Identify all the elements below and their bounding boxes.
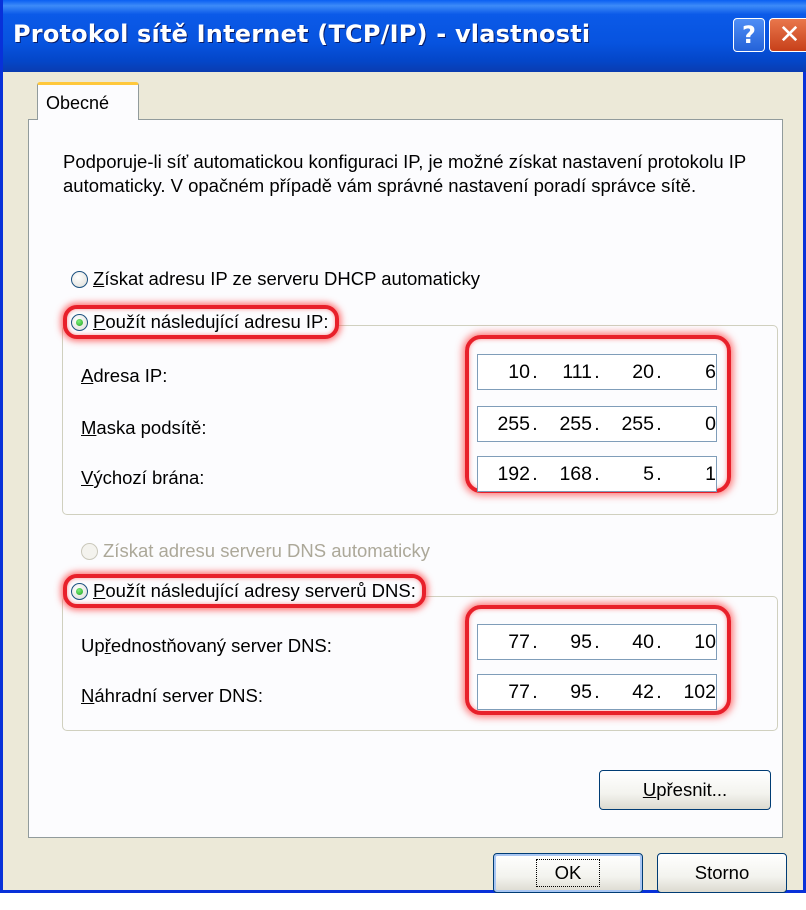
- radio-obtain-dns-auto-label: Získat adresu serveru DNS automaticky: [103, 540, 430, 561]
- preferred-dns-input[interactable]: 77. 95. 40. 10: [477, 624, 717, 660]
- alternate-dns-input[interactable]: 77. 95. 42. 102: [477, 674, 717, 710]
- radio-use-following-ip-label: Použít následující adresu IP:: [93, 311, 329, 332]
- ip-address-label: Adresa IP:: [81, 365, 168, 386]
- cancel-button-label: Storno: [694, 862, 750, 883]
- close-button[interactable]: ✕: [769, 18, 806, 52]
- help-button[interactable]: ?: [733, 18, 765, 52]
- window-title: Protokol sítě Internet (TCP/IP) - vlastn…: [13, 20, 591, 48]
- radio-button-icon: [71, 270, 88, 288]
- alternate-dns-label: Náhradní server DNS:: [81, 685, 263, 706]
- ok-button[interactable]: OK: [493, 853, 643, 893]
- radio-use-following-dns-label: Použít následující adresy serverů DNS:: [93, 580, 416, 601]
- default-gateway-label: Výchozí brána:: [81, 467, 205, 488]
- advanced-button[interactable]: Upřesnit...: [599, 770, 771, 810]
- tab-general[interactable]: Obecné: [37, 82, 139, 120]
- tab-panel-general: Podporuje-li síť automatickou konfigurac…: [28, 119, 783, 838]
- description-text: Podporuje-li síť automatickou konfigurac…: [63, 151, 746, 196]
- radio-button-checked-icon: [71, 582, 88, 600]
- cancel-button[interactable]: Storno: [657, 853, 787, 893]
- radio-obtain-ip-auto-label: Získat adresu IP ze serveru DHCP automat…: [93, 268, 480, 289]
- radio-button-checked-icon: [71, 313, 88, 331]
- default-gateway-input[interactable]: 192. 168. 5. 1: [477, 456, 717, 492]
- radio-obtain-ip-auto[interactable]: Získat adresu IP ze serveru DHCP automat…: [71, 268, 480, 290]
- preferred-dns-label: Upřednostňovaný server DNS:: [81, 635, 332, 656]
- advanced-button-label: Upřesnit...: [642, 779, 728, 800]
- ok-button-label: OK: [535, 859, 601, 887]
- tcpip-properties-dialog: Protokol sítě Internet (TCP/IP) - vlastn…: [0, 0, 806, 893]
- radio-obtain-dns-auto[interactable]: Získat adresu serveru DNS automaticky: [81, 540, 430, 562]
- subnet-mask-label: Maska podsítě:: [81, 417, 207, 438]
- title-bar[interactable]: Protokol sítě Internet (TCP/IP) - vlastn…: [3, 0, 806, 72]
- close-icon: ✕: [778, 20, 801, 50]
- ip-address-input[interactable]: 10. 111. 20. 6: [477, 354, 717, 390]
- radio-use-following-ip[interactable]: Použít následující adresu IP:: [63, 305, 339, 339]
- radio-button-disabled-icon: [81, 542, 98, 560]
- radio-use-following-dns[interactable]: Použít následující adresy serverů DNS:: [63, 574, 426, 608]
- help-icon: ?: [742, 21, 756, 49]
- subnet-mask-input[interactable]: 255. 255. 255. 0: [477, 406, 717, 442]
